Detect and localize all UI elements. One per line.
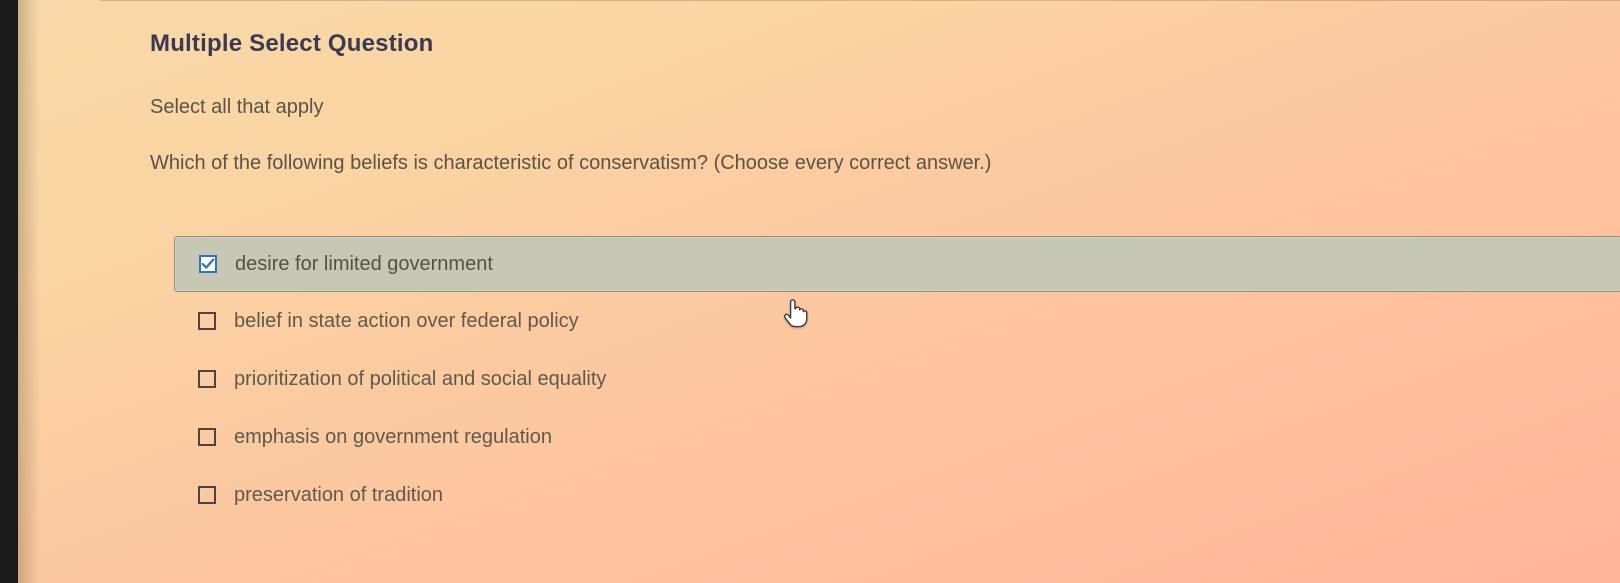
checkbox[interactable] — [198, 370, 216, 388]
question-prompt: Which of the following beliefs is charac… — [150, 149, 1620, 178]
check-icon — [201, 257, 215, 271]
option-label: prioritization of political and social e… — [234, 368, 606, 391]
question-type-label: Multiple Select Question — [150, 30, 1620, 58]
divider-top — [100, 0, 1620, 1]
option-label: belief in state action over federal poli… — [234, 310, 579, 333]
checkbox[interactable] — [199, 255, 217, 273]
option-label: desire for limited government — [235, 253, 493, 276]
question-block: Multiple Select Question Select all that… — [150, 30, 1620, 524]
question-instruction: Select all that apply — [150, 96, 1620, 119]
option-row[interactable]: desire for limited government — [174, 236, 1620, 292]
option-row[interactable]: belief in state action over federal poli… — [174, 292, 1620, 350]
screen-bezel-left — [0, 0, 18, 583]
option-row[interactable]: prioritization of political and social e… — [174, 350, 1620, 408]
checkbox[interactable] — [198, 486, 216, 504]
checkbox[interactable] — [198, 312, 216, 330]
option-label: emphasis on government regulation — [234, 426, 552, 449]
option-label: preservation of tradition — [234, 484, 443, 507]
option-row[interactable]: preservation of tradition — [174, 466, 1620, 524]
options-list: desire for limited government belief in … — [174, 236, 1620, 524]
checkbox[interactable] — [198, 428, 216, 446]
option-row[interactable]: emphasis on government regulation — [174, 408, 1620, 466]
